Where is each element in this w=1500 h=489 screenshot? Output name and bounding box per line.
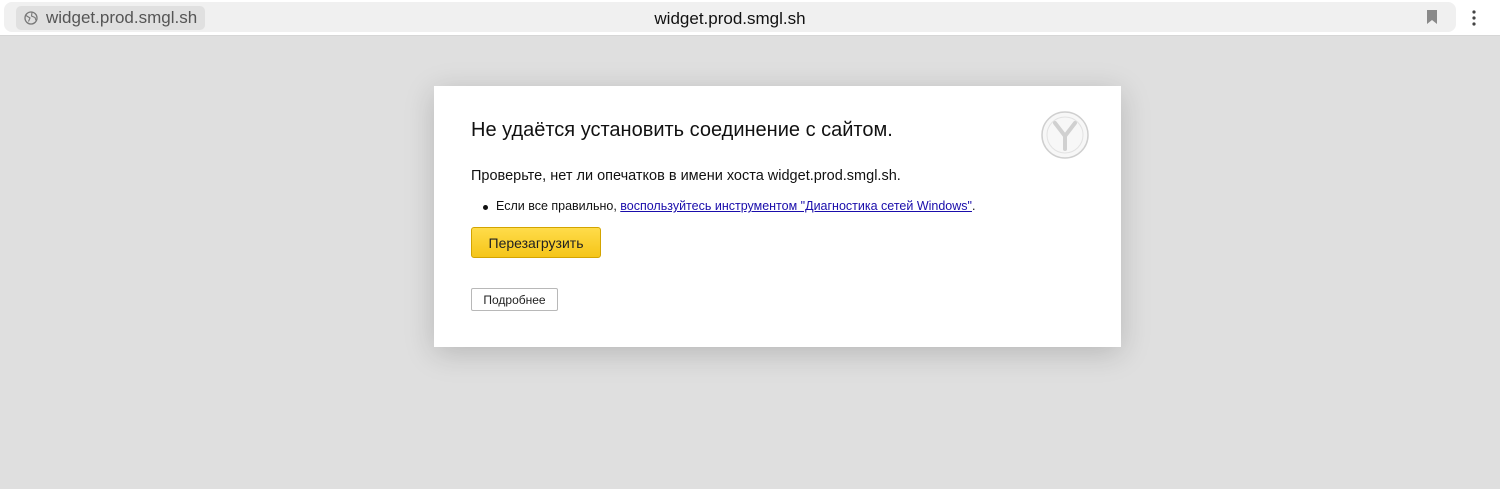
error-title: Не удаётся установить соединение с сайто… xyxy=(471,119,893,141)
bookmark-icon[interactable] xyxy=(1427,10,1437,24)
yandex-browser-logo-icon xyxy=(1041,111,1089,159)
reload-button[interactable]: Перезагрузить xyxy=(471,227,601,258)
current-url: widget.prod.smgl.sh xyxy=(654,9,806,28)
kebab-menu-icon[interactable] xyxy=(1468,8,1480,28)
diagnostic-suggestion: Если все правильно, воспользуйтесь инстр… xyxy=(483,199,976,213)
error-check-text: Проверьте, нет ли опечатков в имени хост… xyxy=(471,168,901,184)
error-card: Не удаётся установить соединение с сайто… xyxy=(434,86,1121,347)
address-bar[interactable]: widget.prod.smgl.sh widget.prod.smgl.sh xyxy=(4,2,1456,32)
details-button[interactable]: Подробнее xyxy=(471,288,558,311)
suggestion-prefix: Если все правильно, xyxy=(496,199,621,213)
suggestion-suffix: . xyxy=(971,199,976,213)
browser-toolbar: widget.prod.smgl.sh widget.prod.smgl.sh xyxy=(0,0,1500,36)
windows-diagnostics-link[interactable]: воспользуйтесь инструментом "Диагностика… xyxy=(620,199,972,213)
bullet-icon xyxy=(483,205,488,210)
